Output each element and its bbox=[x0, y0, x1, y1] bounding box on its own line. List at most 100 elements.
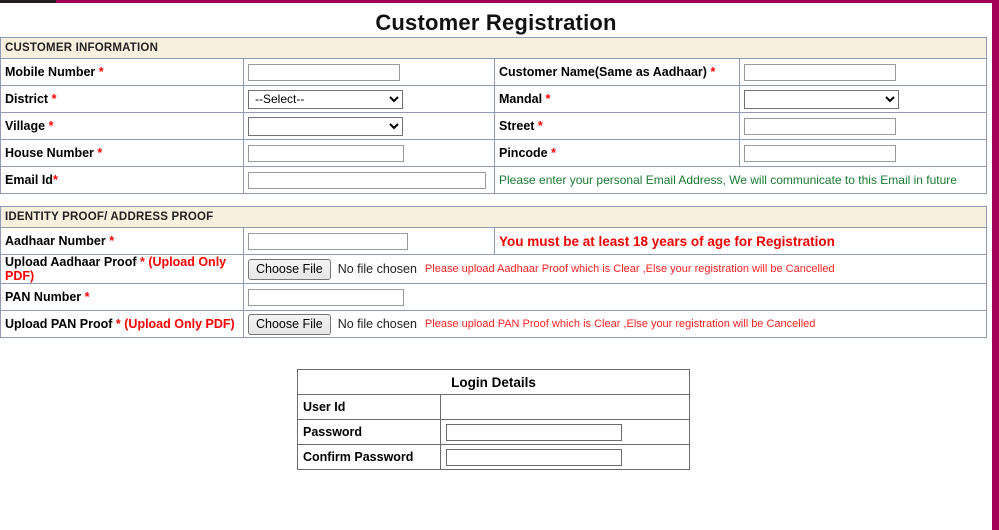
house-number-field-cell bbox=[243, 139, 495, 167]
village-label: Village bbox=[5, 119, 46, 133]
required-asterisk: * bbox=[52, 173, 58, 187]
confirm-password-label: Confirm Password bbox=[296, 444, 442, 470]
upload-pan-warning-text: Please upload PAN Proof which is Clear ,… bbox=[424, 318, 816, 330]
street-label: Street bbox=[499, 119, 535, 133]
pan-number-label: PAN Number bbox=[5, 290, 82, 304]
section-spacer bbox=[0, 193, 987, 207]
email-id-label: Email Id bbox=[5, 173, 53, 187]
section-spacer-row bbox=[0, 193, 987, 207]
identity-proof-section-title: IDENTITY PROOF/ ADDRESS PROOF bbox=[0, 206, 988, 228]
upload-pan-file-status: No file chosen bbox=[337, 317, 417, 331]
required-asterisk: * bbox=[109, 234, 115, 248]
table-row: Mobile Number * Customer Name(Same as Aa… bbox=[0, 58, 988, 86]
upload-pan-label-cell: Upload PAN Proof * (Upload Only PDF) bbox=[0, 310, 244, 338]
upload-aadhaar-file-row: Choose File No file chosen Please upload… bbox=[248, 258, 982, 280]
upload-pan-format-note: (Upload Only PDF) bbox=[124, 317, 235, 331]
customer-name-input[interactable] bbox=[744, 63, 896, 81]
mandal-label-cell: Mandal * bbox=[494, 85, 740, 113]
upload-pan-file-row: Choose File No file chosen Please upload… bbox=[248, 313, 982, 335]
upload-aadhaar-label: Upload Aadhaar Proof bbox=[5, 255, 137, 269]
upload-pan-field-cell: Choose File No file chosen Please upload… bbox=[242, 310, 988, 338]
table-row: House Number * Pincode * bbox=[0, 139, 988, 167]
user-id-value-cell bbox=[440, 394, 690, 420]
table-row: Upload Aadhaar Proof * (Upload Only PDF)… bbox=[0, 254, 988, 284]
aadhaar-number-label: Aadhaar Number bbox=[5, 234, 106, 248]
table-row: Password bbox=[296, 419, 690, 445]
customer-information-section-title: CUSTOMER INFORMATION bbox=[0, 37, 988, 59]
district-select[interactable]: --Select-- bbox=[248, 89, 403, 109]
upload-aadhaar-warning-text: Please upload Aadhaar Proof which is Cle… bbox=[424, 263, 835, 275]
table-row: PAN Number * bbox=[0, 283, 988, 311]
required-asterisk: * bbox=[139, 255, 145, 269]
mobile-number-input[interactable] bbox=[248, 63, 400, 81]
email-hint-text: Please enter your personal Email Address… bbox=[499, 173, 957, 187]
customer-information-section-header: CUSTOMER INFORMATION bbox=[0, 37, 988, 59]
age-warning-cell: You must be at least 18 years of age for… bbox=[493, 227, 988, 255]
table-row: Confirm Password bbox=[296, 444, 690, 470]
pan-number-label-cell: PAN Number * bbox=[0, 283, 244, 311]
street-field-cell bbox=[738, 112, 988, 140]
district-field-cell: --Select-- bbox=[243, 85, 495, 113]
password-label: Password bbox=[296, 419, 442, 445]
required-asterisk: * bbox=[710, 65, 716, 79]
identity-proof-section-header: IDENTITY PROOF/ ADDRESS PROOF bbox=[0, 206, 988, 228]
mandal-field-cell bbox=[738, 85, 988, 113]
mandal-select[interactable] bbox=[744, 89, 899, 109]
house-number-input[interactable] bbox=[248, 144, 404, 162]
email-id-input[interactable] bbox=[248, 171, 486, 189]
pincode-field-cell bbox=[738, 139, 988, 167]
pan-number-field-cell bbox=[242, 283, 988, 311]
email-id-field-cell bbox=[243, 166, 495, 194]
required-asterisk: * bbox=[98, 65, 104, 79]
login-details-title: Login Details bbox=[297, 369, 690, 395]
pincode-label-cell: Pincode * bbox=[494, 139, 740, 167]
customer-name-field-cell bbox=[738, 58, 988, 86]
house-number-label-cell: House Number * bbox=[0, 139, 244, 167]
street-input[interactable] bbox=[744, 117, 896, 135]
mobile-number-label: Mobile Number bbox=[5, 65, 96, 79]
password-field-cell bbox=[440, 419, 690, 445]
registration-form-table: CUSTOMER INFORMATION Mobile Number * Cus… bbox=[0, 37, 988, 338]
age-warning-text: You must be at least 18 years of age for… bbox=[499, 233, 835, 249]
village-select[interactable] bbox=[248, 116, 403, 136]
pincode-input[interactable] bbox=[744, 144, 896, 162]
upload-aadhaar-label-cell: Upload Aadhaar Proof * (Upload Only PDF) bbox=[0, 254, 244, 284]
required-asterisk: * bbox=[537, 119, 543, 133]
village-label-cell: Village * bbox=[0, 112, 244, 140]
email-hint-cell: Please enter your personal Email Address… bbox=[493, 166, 988, 194]
page-content: Customer Registration CUSTOMER INFORMATI… bbox=[0, 3, 992, 530]
upload-pan-label: Upload PAN Proof bbox=[5, 317, 113, 331]
login-details-table: Login Details User Id Password Confirm P… bbox=[296, 369, 690, 470]
aadhaar-number-field-cell bbox=[243, 227, 495, 255]
street-label-cell: Street * bbox=[494, 112, 740, 140]
upload-aadhaar-file-status: No file chosen bbox=[337, 262, 417, 276]
confirm-password-field-cell bbox=[440, 444, 690, 470]
user-id-label: User Id bbox=[296, 394, 442, 420]
customer-name-label-cell: Customer Name(Same as Aadhaar) * bbox=[494, 58, 740, 86]
table-row: Village * Street * bbox=[0, 112, 988, 140]
table-row: Email Id* Please enter your personal Ema… bbox=[0, 166, 988, 194]
aadhaar-number-input[interactable] bbox=[248, 232, 408, 250]
email-id-label-cell: Email Id* bbox=[0, 166, 244, 194]
pincode-label: Pincode bbox=[499, 146, 548, 160]
required-asterisk: * bbox=[551, 146, 556, 160]
mobile-number-label-cell: Mobile Number * bbox=[0, 58, 244, 86]
right-border-accent bbox=[992, 0, 999, 530]
required-asterisk: * bbox=[115, 317, 121, 331]
required-asterisk: * bbox=[48, 119, 54, 133]
house-number-label: House Number bbox=[5, 146, 94, 160]
pan-number-input[interactable] bbox=[248, 288, 404, 306]
required-asterisk: * bbox=[545, 92, 551, 106]
village-field-cell bbox=[243, 112, 495, 140]
confirm-password-input[interactable] bbox=[446, 448, 623, 466]
upload-pan-choose-file-button[interactable]: Choose File bbox=[248, 313, 331, 335]
login-details-header-row: Login Details bbox=[297, 369, 690, 395]
mandal-label: Mandal bbox=[499, 92, 543, 106]
login-details-section: Login Details User Id Password Confirm P… bbox=[0, 369, 992, 470]
table-row: District * --Select-- Mandal * bbox=[0, 85, 988, 113]
upload-aadhaar-choose-file-button[interactable]: Choose File bbox=[248, 258, 331, 280]
password-input[interactable] bbox=[446, 423, 623, 441]
table-row: Upload PAN Proof * (Upload Only PDF) Cho… bbox=[0, 310, 988, 338]
table-row: User Id bbox=[296, 394, 690, 420]
aadhaar-number-label-cell: Aadhaar Number * bbox=[0, 227, 244, 255]
